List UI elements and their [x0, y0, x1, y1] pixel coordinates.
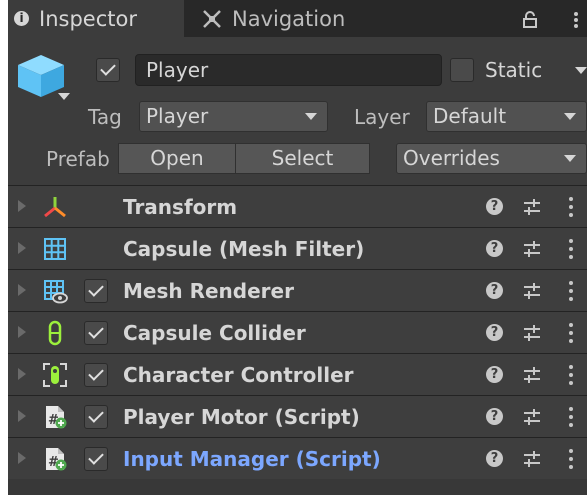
presets-icon[interactable]: [523, 408, 541, 426]
capsule-collider-icon: [48, 320, 62, 346]
component-character-controller[interactable]: Character Controller ?: [8, 353, 587, 395]
prefab-overrides-dropdown[interactable]: Overrides: [396, 143, 587, 174]
mesh-filter-icon: [44, 238, 66, 260]
help-icon[interactable]: ?: [486, 282, 503, 299]
tab-menu-icon[interactable]: [573, 10, 579, 30]
component-enabled-checkbox[interactable]: [84, 363, 108, 387]
help-icon[interactable]: ?: [486, 198, 503, 215]
presets-icon[interactable]: [523, 450, 541, 468]
presets-icon[interactable]: [523, 198, 541, 216]
component-enabled-checkbox[interactable]: [84, 279, 108, 303]
component-input-manager[interactable]: # Input Manager (Script) ?: [8, 437, 587, 479]
gameobject-header: Player Static Tag Player Layer Default P…: [8, 37, 587, 185]
presets-icon[interactable]: [523, 324, 541, 342]
help-icon[interactable]: ?: [486, 240, 503, 257]
component-capsule-collider[interactable]: Capsule Collider ?: [8, 311, 587, 353]
foldout-arrow-icon[interactable]: [18, 326, 26, 338]
tab-inspector-label: Inspector: [39, 6, 137, 31]
context-menu-icon[interactable]: [568, 237, 574, 261]
component-name: Transform: [123, 195, 238, 219]
tab-bar: i Inspector Navigation: [8, 0, 587, 37]
context-menu-icon[interactable]: [568, 363, 574, 387]
chevron-down-icon: [564, 113, 576, 120]
component-enabled-checkbox[interactable]: [84, 321, 108, 345]
chevron-down-icon: [564, 155, 576, 162]
mesh-renderer-icon: [44, 280, 68, 304]
layer-dropdown[interactable]: Default: [426, 101, 587, 132]
transform-icon: [44, 197, 66, 218]
component-mesh-filter[interactable]: Capsule (Mesh Filter) ?: [8, 227, 587, 269]
static-dropdown-arrow[interactable]: [575, 67, 587, 74]
character-controller-icon: [43, 363, 67, 387]
tag-label: Tag: [88, 105, 122, 129]
presets-icon[interactable]: [523, 282, 541, 300]
script-icon: #: [46, 406, 67, 429]
active-checkbox[interactable]: [96, 58, 120, 82]
navigation-icon: [203, 9, 221, 28]
static-checkbox[interactable]: [450, 58, 474, 82]
component-list: Transform ? Capsule (Mesh Filter) ? Mesh…: [8, 185, 587, 479]
prefab-open-button[interactable]: Open: [118, 143, 236, 174]
gameobject-name-field[interactable]: Player: [135, 54, 442, 86]
context-menu-icon[interactable]: [568, 321, 574, 345]
help-icon[interactable]: ?: [486, 450, 503, 467]
tag-dropdown[interactable]: Player: [139, 101, 328, 132]
context-menu-icon[interactable]: [568, 279, 574, 303]
tab-options: [521, 6, 579, 30]
chevron-down-icon: [305, 113, 317, 120]
script-icon: #: [46, 448, 67, 471]
component-transform[interactable]: Transform ?: [8, 185, 587, 227]
component-enabled-checkbox[interactable]: [84, 447, 108, 471]
tab-navigation-label: Navigation: [232, 6, 346, 31]
presets-icon[interactable]: [523, 240, 541, 258]
lock-icon[interactable]: [521, 10, 539, 29]
context-menu-icon[interactable]: [568, 447, 574, 471]
tab-inspector[interactable]: i Inspector: [8, 0, 184, 37]
context-menu-icon[interactable]: [568, 195, 574, 219]
help-icon[interactable]: ?: [486, 366, 503, 383]
component-name: Mesh Renderer: [123, 279, 294, 303]
component-name: Capsule Collider: [123, 321, 306, 345]
static-label: Static: [485, 58, 543, 82]
tab-navigation[interactable]: Navigation: [202, 0, 345, 37]
foldout-arrow-icon[interactable]: [18, 410, 26, 422]
help-icon[interactable]: ?: [486, 408, 503, 425]
info-icon: i: [14, 11, 29, 26]
component-player-motor[interactable]: # Player Motor (Script) ?: [8, 395, 587, 437]
tag-value: Player: [146, 104, 209, 128]
component-name: Capsule (Mesh Filter): [123, 237, 365, 261]
component-mesh-renderer[interactable]: Mesh Renderer ?: [8, 269, 587, 311]
foldout-arrow-icon[interactable]: [18, 284, 26, 296]
layer-label: Layer: [354, 105, 410, 129]
component-name: Input Manager (Script): [123, 447, 381, 471]
prefab-label: Prefab: [46, 147, 110, 171]
inspector-panel: i Inspector Navigation Player Static Tag…: [8, 0, 587, 495]
help-icon[interactable]: ?: [486, 324, 503, 341]
presets-icon[interactable]: [523, 366, 541, 384]
foldout-arrow-icon[interactable]: [18, 368, 26, 380]
component-name: Character Controller: [123, 363, 354, 387]
foldout-arrow-icon[interactable]: [18, 242, 26, 254]
context-menu-icon[interactable]: [568, 405, 574, 429]
overrides-label: Overrides: [403, 146, 500, 170]
foldout-arrow-icon[interactable]: [18, 452, 26, 464]
icon-dropdown-arrow[interactable]: [58, 93, 70, 100]
layer-value: Default: [433, 104, 507, 128]
component-name: Player Motor (Script): [123, 405, 360, 429]
component-enabled-checkbox[interactable]: [84, 405, 108, 429]
prefab-select-button[interactable]: Select: [235, 143, 370, 174]
foldout-arrow-icon[interactable]: [18, 200, 26, 212]
